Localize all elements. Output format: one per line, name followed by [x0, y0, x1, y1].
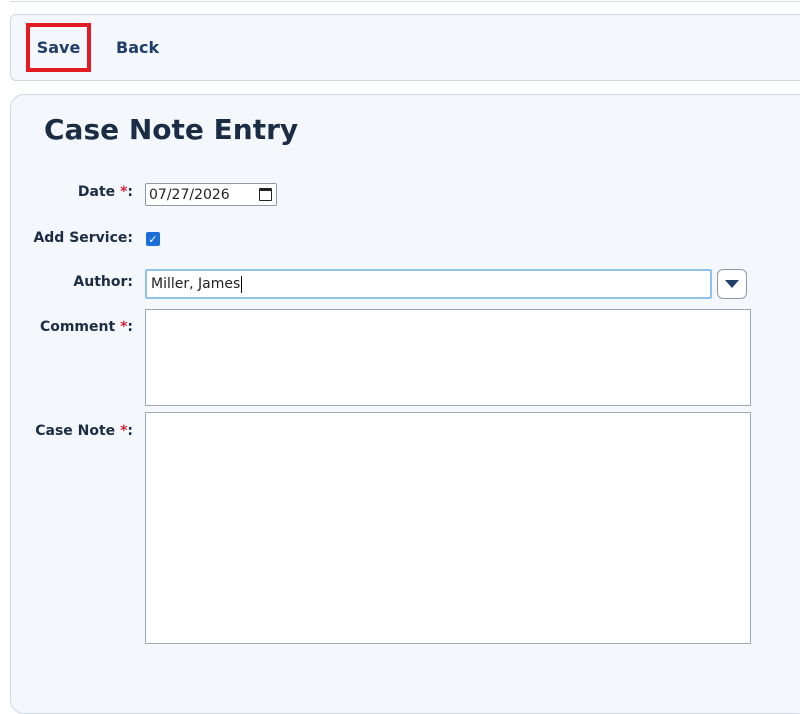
checkmark-icon: ✓ — [148, 232, 158, 246]
author-dropdown-button[interactable] — [717, 269, 747, 299]
author-label: Author: — [73, 274, 133, 290]
date-label: Date *: — [77, 184, 133, 200]
case-note-panel: Case Note Entry Date *: 07/27/2026 Add S… — [10, 94, 800, 714]
case-note-label: Case Note *: — [35, 423, 133, 439]
calendar-icon[interactable] — [259, 188, 272, 201]
date-input[interactable]: 07/27/2026 — [145, 183, 277, 206]
chevron-down-icon — [725, 280, 739, 288]
save-button[interactable]: Save — [26, 23, 91, 72]
date-value: 07/27/2026 — [149, 186, 230, 203]
author-input[interactable]: Miller, James — [145, 269, 712, 299]
top-divider — [10, 0, 800, 2]
add-service-label: Add Service: — [33, 230, 133, 246]
case-note-textarea[interactable] — [145, 412, 751, 644]
comment-textarea[interactable] — [145, 309, 751, 406]
toolbar: Save Back — [10, 14, 800, 81]
add-service-checkbox[interactable]: ✓ — [146, 232, 160, 246]
text-cursor — [241, 275, 243, 293]
comment-label: Comment *: — [39, 319, 133, 335]
author-value: Miller, James — [151, 276, 241, 292]
back-button[interactable]: Back — [116, 15, 159, 80]
page-title: Case Note Entry — [44, 113, 299, 146]
